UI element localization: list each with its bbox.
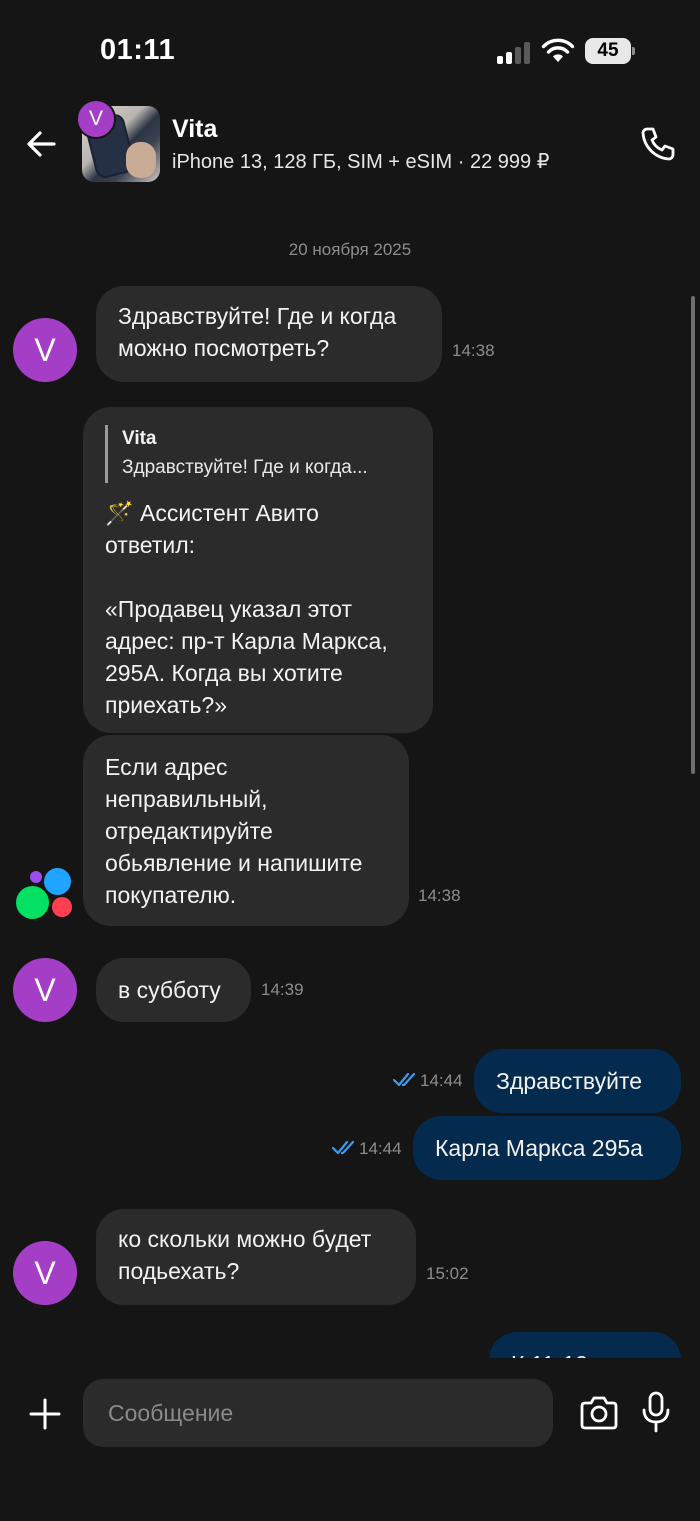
message-text: покупателю. <box>105 882 237 908</box>
status-time: 01:11 <box>100 34 176 66</box>
message-text: обьявление и напишите <box>105 850 363 876</box>
message-text: Здравствуйте <box>496 1068 643 1094</box>
message-time: 14:38 <box>418 886 461 905</box>
camera-icon[interactable] <box>577 1393 621 1433</box>
buyer-avatar[interactable]: V <box>13 318 77 382</box>
header-avatar: V <box>76 99 116 139</box>
quoted-message[interactable]: Vita Здравствуйте! Где и когда... <box>105 425 411 483</box>
message-text: приехать?» <box>105 692 228 718</box>
quoted-author: Vita <box>122 428 157 449</box>
message-text: неправильный, <box>105 786 268 812</box>
message-input[interactable] <box>83 1379 553 1447</box>
message-text: Здравствуйте! Где и когда <box>118 303 397 329</box>
message-time: 15:02 <box>426 1264 469 1283</box>
message-text: можно посмотреть? <box>118 335 330 361</box>
assistant-message-bubble[interactable]: Vita Здравствуйте! Где и когда... 🪄 Асси… <box>83 407 433 733</box>
message-text: отредактируйте <box>105 818 273 844</box>
message-time: 14:44 <box>359 1139 402 1158</box>
microphone-icon[interactable] <box>640 1390 672 1434</box>
listing-title[interactable]: iPhone 13, 128 ГБ, SIM + eSIM · 22 999 ₽ <box>172 149 549 174</box>
message-bubble[interactable]: Здравствуйте! Где и когда можно посмотре… <box>96 286 442 382</box>
message-text: Если адрес <box>105 754 228 780</box>
avito-logo <box>16 868 74 920</box>
message-text: ко скольки можно будет <box>118 1226 372 1252</box>
my-message-bubble[interactable]: Здравствуйте <box>474 1049 681 1113</box>
message-time: 14:38 <box>452 341 495 360</box>
message-text: адрес: пр-т Карла Маркса, <box>105 628 388 654</box>
quoted-text: Здравствуйте! Где и когда... <box>122 457 368 478</box>
message-text: Карла Маркса 295а <box>435 1135 643 1161</box>
buyer-avatar[interactable]: V <box>13 1241 77 1305</box>
wifi-icon <box>541 38 575 62</box>
message-text: подьехать? <box>118 1258 240 1284</box>
chat-screen: 01:11 45 V Vita iPhone 13, 128 ГБ, SIM +… <box>0 0 700 1521</box>
message-text: 295А. Когда вы хотите <box>105 660 343 686</box>
message-text: «Продавец указал этот <box>105 596 353 622</box>
cellular-signal-icon <box>497 42 533 64</box>
message-time: 14:44 <box>420 1071 463 1090</box>
phone-icon[interactable] <box>638 124 678 164</box>
message-text <box>105 561 411 593</box>
date-separator: 20 ноября 2025 <box>288 240 412 259</box>
back-arrow-icon[interactable] <box>22 124 62 164</box>
assistant-message-bubble[interactable]: Если адрес неправильный, отредактируйте … <box>83 735 409 926</box>
message-text: ответил: <box>105 532 196 558</box>
plus-icon[interactable] <box>25 1394 65 1434</box>
message-text: в субботу <box>118 977 221 1003</box>
message-bubble[interactable]: в субботу <box>96 958 251 1022</box>
my-message-bubble[interactable]: Карла Маркса 295а <box>413 1116 681 1180</box>
double-check-icon <box>331 1140 355 1155</box>
buyer-avatar[interactable]: V <box>13 958 77 1022</box>
message-text: 🪄 Ассистент Авито <box>105 500 319 526</box>
double-check-icon <box>392 1072 416 1087</box>
message-time: 14:39 <box>261 980 304 999</box>
battery-icon: 45 <box>585 38 635 64</box>
message-bubble[interactable]: ко скольки можно будет подьехать? <box>96 1209 416 1305</box>
battery-level: 45 <box>585 38 631 64</box>
scrollbar[interactable] <box>691 296 695 774</box>
contact-name[interactable]: Vita <box>172 115 217 144</box>
